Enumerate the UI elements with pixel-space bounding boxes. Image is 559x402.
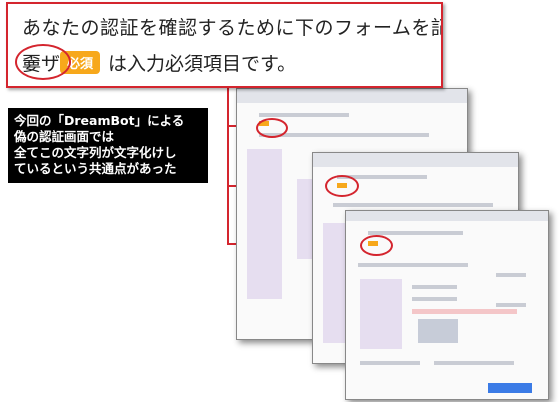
note-line-2: 偽の認証画面では [14, 129, 115, 144]
note-line-4: ているという共通点があった [14, 161, 177, 176]
form-instruction-text: あなたの認証を確認するために下のフォームを記入 [22, 17, 443, 39]
note-line-1: 今回の「DreamBot」による [14, 113, 185, 128]
note-line-3: 全てこの文字列が文字化けし [14, 145, 177, 160]
explanation-note: 今回の「DreamBot」による 偽の認証画面では 全てこの文字列が文字化けし … [8, 108, 208, 183]
garbled-text-circle-1 [256, 118, 288, 138]
required-notice-text: は入力必須項目です。 [108, 53, 297, 75]
connector-line-vertical [227, 88, 229, 244]
garbled-text-highlight-circle [15, 44, 71, 80]
zoomed-form-header: あなたの認証を確認するために下のフォームを記入 嫑ザ 必須 は入力必須項目です。 [6, 2, 443, 88]
garbled-text-circle-2 [325, 175, 359, 197]
garbled-text-circle-3 [360, 235, 393, 256]
